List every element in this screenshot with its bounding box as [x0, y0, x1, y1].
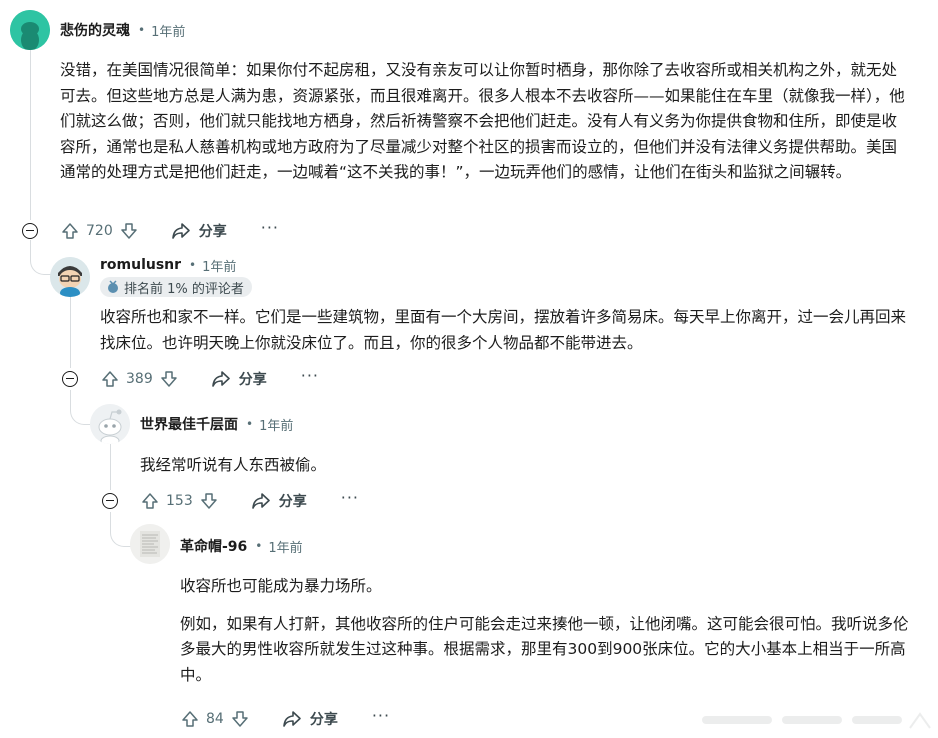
user-avatar-image-icon — [130, 524, 170, 564]
comment-body: 收容所也和家不一样。它们是一些建筑物，里面有一个大房间，摆放着许多简易床。每天早… — [100, 305, 912, 356]
downvote-button[interactable] — [159, 369, 179, 389]
separator-dot: • — [189, 258, 197, 272]
separator-dot: • — [138, 23, 146, 37]
snoo-avatar-icon — [90, 404, 130, 444]
comment-paragraph: 收容所也可能成为暴力场所。 — [180, 577, 382, 595]
avatar[interactable] — [90, 404, 130, 444]
share-button[interactable]: 分享 — [251, 491, 307, 511]
more-options-button[interactable]: ··· — [301, 366, 319, 385]
comment: romulusnr • 1年前 排名前 1% 的评论者 收容所也和家不一样。它们… — [0, 250, 938, 398]
collapse-button[interactable] — [22, 223, 38, 239]
downvote-button[interactable] — [199, 491, 219, 511]
username[interactable]: 世界最佳千层面 — [140, 414, 238, 434]
vote-count: 153 — [166, 493, 193, 509]
share-button[interactable]: 分享 — [282, 709, 338, 729]
vote-count: 720 — [86, 223, 113, 239]
timestamp[interactable]: 1年前 — [268, 537, 302, 556]
username[interactable]: 革命帽-96 — [180, 536, 247, 556]
comment-paragraph: 我经常听说有人东西被偷。 — [140, 456, 327, 474]
comment: 悲伤的灵魂 • 1年前 没错，在美国情况很简单：如果你付不起房租，又没有亲友可以… — [0, 0, 938, 250]
comment-body: 没错，在美国情况很简单：如果你付不起房租，又没有亲友可以让你暂时栖身，那你除了去… — [60, 58, 910, 186]
upvote-button[interactable] — [100, 369, 120, 389]
avatar[interactable] — [130, 524, 170, 564]
comment: 革命帽-96 • 1年前 收容所也可能成为暴力场所。 例如，如果有人打鼾，其他收… — [0, 518, 938, 738]
upvote-button[interactable] — [60, 221, 80, 241]
comment-paragraph: 收容所也和家不一样。它们是一些建筑物，里面有一个大房间，摆放着许多简易床。每天早… — [100, 308, 907, 352]
share-button[interactable]: 分享 — [211, 369, 267, 389]
comment: 世界最佳千层面 • 1年前 我经常听说有人东西被偷。 153 分享 ··· — [0, 398, 938, 518]
downvote-button[interactable] — [230, 709, 250, 729]
collapse-button[interactable] — [102, 493, 118, 509]
timestamp[interactable]: 1年前 — [259, 415, 293, 434]
avatar[interactable] — [50, 257, 90, 297]
comment-body: 我经常听说有人东西被偷。 — [140, 453, 910, 479]
watermark-graphic — [702, 712, 931, 729]
share-label: 分享 — [309, 712, 338, 728]
timestamp[interactable]: 1年前 — [151, 21, 185, 40]
username[interactable]: romulusnr — [100, 257, 181, 273]
share-label: 分享 — [238, 372, 267, 388]
share-icon — [171, 223, 190, 239]
action-bar: 153 分享 ··· — [140, 488, 359, 513]
action-bar: 84 分享 ··· — [180, 706, 390, 731]
vote-count: 84 — [206, 711, 224, 727]
separator-dot: • — [246, 417, 254, 431]
share-button[interactable]: 分享 — [171, 221, 227, 241]
more-options-button[interactable]: ··· — [261, 218, 279, 237]
share-label: 分享 — [198, 224, 227, 240]
downvote-button[interactable] — [119, 221, 139, 241]
comment-header: romulusnr • 1年前 — [100, 255, 236, 275]
vote-count: 389 — [126, 371, 153, 387]
upvote-button[interactable] — [180, 709, 200, 729]
comment-header: 悲伤的灵魂 • 1年前 — [60, 20, 185, 40]
upvote-button[interactable] — [140, 491, 160, 511]
comment-paragraph: 例如，如果有人打鼾，其他收容所的住户可能会走过来揍他一顿，让他闭嘴。这可能会很可… — [180, 614, 909, 684]
avatar[interactable] — [10, 10, 50, 50]
share-icon — [211, 371, 230, 387]
more-options-button[interactable]: ··· — [341, 488, 359, 507]
comment-header: 世界最佳千层面 • 1年前 — [140, 414, 293, 434]
comment-header: 革命帽-96 • 1年前 — [180, 536, 303, 556]
share-icon — [283, 711, 301, 727]
snoo-avatar-icon — [10, 10, 50, 50]
username[interactable]: 悲伤的灵魂 — [60, 20, 130, 40]
share-label: 分享 — [278, 494, 307, 510]
user-flair: 排名前 1% 的评论者 — [100, 277, 252, 297]
share-icon — [251, 493, 270, 509]
collapse-button[interactable] — [62, 371, 78, 387]
more-options-button[interactable]: ··· — [372, 706, 390, 725]
comment-paragraph: 没错，在美国情况很简单：如果你付不起房租，又没有亲友可以让你暂时栖身，那你除了去… — [60, 61, 905, 181]
snoo-avatar-icon — [50, 257, 90, 297]
medal-icon — [108, 280, 118, 293]
timestamp[interactable]: 1年前 — [202, 256, 236, 275]
comment-body: 收容所也可能成为暴力场所。 例如，如果有人打鼾，其他收容所的住户可能会走过来揍他… — [180, 574, 915, 688]
action-bar: 720 分享 ··· — [60, 218, 279, 243]
action-bar: 389 分享 ··· — [100, 366, 319, 391]
separator-dot: • — [255, 539, 263, 553]
flair-label: 排名前 1% 的评论者 — [124, 281, 244, 297]
